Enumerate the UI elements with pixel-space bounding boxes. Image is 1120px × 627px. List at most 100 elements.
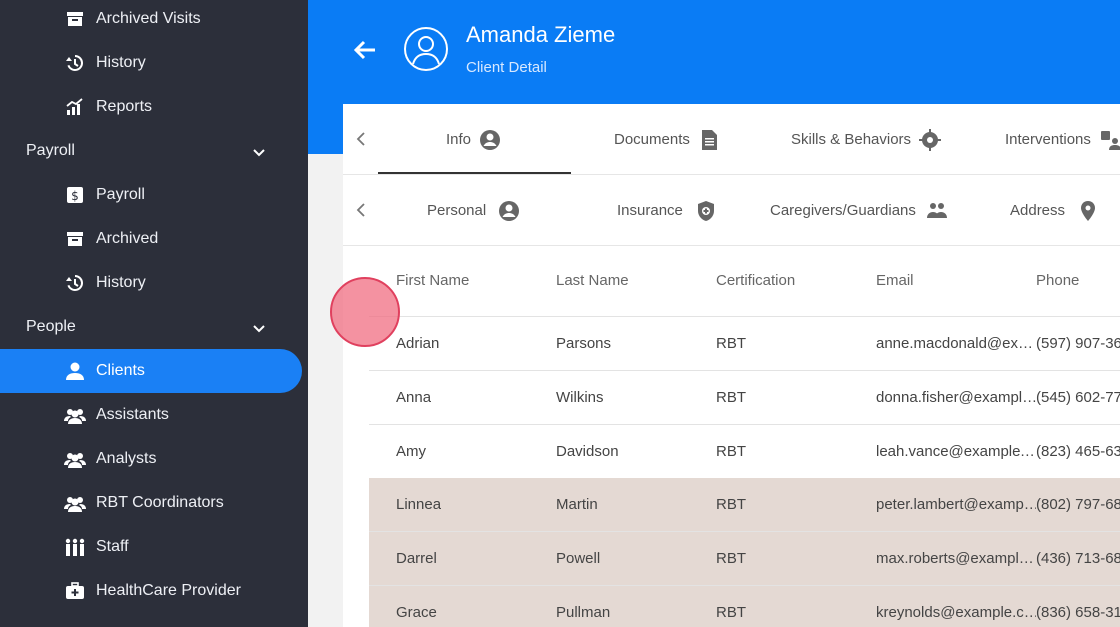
client-subtitle: Client Detail	[466, 59, 547, 76]
client-name: Amanda Zieme	[466, 22, 616, 47]
table-row[interactable]: Amy Davidson RBT leah.vance@example.… (8…	[369, 425, 1120, 479]
click-indicator	[330, 277, 400, 347]
cell-first-name: Linnea	[396, 496, 442, 513]
cell-certification: RBT	[716, 604, 746, 621]
sidebar-item-assistants[interactable]: Assistants	[0, 393, 302, 437]
cell-phone: (802) 797-68	[1036, 496, 1120, 513]
cell-phone: (545) 602-77	[1036, 389, 1120, 406]
chevron-down-icon	[253, 149, 265, 157]
tab-skills-behaviors[interactable]: Skills & Behaviors	[791, 104, 942, 175]
cell-email: peter.lambert@examp…	[876, 496, 1036, 513]
sidebar-item-archived[interactable]: Archived	[0, 217, 302, 261]
medkit-icon	[64, 580, 86, 602]
sub-tabbar: Personal Insurance Caregivers/Guardians …	[343, 175, 1120, 246]
document-icon	[698, 129, 720, 151]
subtab-insurance[interactable]: Insurance	[617, 175, 717, 246]
column-last-name[interactable]: Last Name	[556, 272, 629, 289]
sidebar-section-payroll[interactable]: Payroll	[0, 129, 302, 173]
cell-phone: (836) 658-31	[1036, 604, 1120, 621]
chevron-left-icon[interactable]	[353, 201, 369, 219]
cell-certification: RBT	[716, 389, 746, 406]
group-icon	[64, 404, 86, 426]
section-label: People	[26, 318, 76, 335]
sidebar-section-people[interactable]: People	[0, 305, 302, 349]
cell-phone: (597) 907-36	[1036, 335, 1120, 352]
table-row[interactable]: Linnea Martin RBT peter.lambert@examp… (…	[369, 478, 1120, 532]
cell-phone: (436) 713-68	[1036, 550, 1120, 567]
subtab-personal[interactable]: Personal	[427, 175, 520, 246]
group-icon	[64, 448, 86, 470]
location-pin-icon	[1077, 200, 1099, 222]
tab-documents[interactable]: Documents	[614, 104, 720, 175]
active-tab-indicator	[378, 172, 571, 174]
sidebar-item-healthcare-provider[interactable]: HealthCare Provider	[0, 569, 302, 613]
payroll-icon: $	[64, 184, 86, 206]
sidebar-item-analysts[interactable]: Analysts	[0, 437, 302, 481]
shield-plus-icon	[695, 200, 717, 222]
sidebar-item-label: Payroll	[96, 186, 145, 203]
cell-certification: RBT	[716, 443, 746, 460]
cell-first-name: Anna	[396, 389, 432, 406]
cell-email: anne.macdonald@ex…	[876, 335, 1033, 352]
sidebar-item-label: History	[96, 274, 146, 291]
table-row[interactable]: Adrian Parsons RBT anne.macdonald@ex… (5…	[369, 317, 1120, 371]
chevron-down-icon	[253, 325, 265, 333]
sidebar-item-label: Reports	[96, 98, 153, 115]
sidebar-item-label: RBT Coordinators	[96, 494, 224, 511]
column-certification[interactable]: Certification	[716, 272, 795, 289]
cell-last-name: Martin	[556, 496, 598, 513]
sidebar-item-history[interactable]: History	[0, 41, 302, 85]
column-first-name[interactable]: First Name	[396, 272, 469, 289]
brain-gear-icon	[919, 128, 942, 151]
tab-interventions[interactable]: Interventions	[1005, 104, 1120, 175]
table-row[interactable]: Anna Wilkins RBT donna.fisher@exampl… (5…	[369, 371, 1120, 425]
sidebar-item-label: HealthCare Provider	[96, 582, 241, 599]
sidebar-item-label: Archived	[96, 230, 159, 247]
cell-email: leah.vance@example.…	[876, 443, 1036, 460]
section-label: Payroll	[26, 142, 75, 159]
sidebar-item-label: History	[96, 54, 146, 71]
chevron-left-icon[interactable]	[353, 130, 369, 148]
account-circle-icon	[498, 200, 520, 222]
sidebar-item-label: Archived Visits	[96, 10, 201, 27]
sidebar-item-staff[interactable]: Staff	[0, 525, 302, 569]
sidebar-item-label: Analysts	[96, 450, 157, 467]
group-icon	[926, 200, 948, 222]
back-arrow-icon[interactable]	[351, 36, 379, 64]
cell-last-name: Wilkins	[556, 389, 604, 406]
table-header: First Name Last Name Certification Email…	[369, 246, 1120, 317]
sidebar-item-label: Assistants	[96, 406, 169, 423]
sidebar-item-reports[interactable]: Reports	[0, 85, 302, 129]
cell-last-name: Powell	[556, 550, 601, 567]
sidebar-item-payroll-history[interactable]: History	[0, 261, 302, 305]
sidebar-item-rbt-coordinators[interactable]: RBT Coordinators	[0, 481, 302, 525]
archive-icon	[64, 228, 86, 250]
account-circle-icon	[479, 129, 501, 151]
staff-icon	[64, 536, 86, 558]
sidebar-item-payroll[interactable]: $ Payroll	[0, 173, 302, 217]
subtab-address[interactable]: Address	[1010, 175, 1099, 246]
sidebar: Archived Visits History Reports Payroll …	[0, 0, 308, 627]
cell-last-name: Pullman	[556, 604, 611, 621]
group-icon	[64, 492, 86, 514]
sidebar-item-label: Clients	[96, 362, 145, 379]
sidebar-item-clients[interactable]: Clients	[0, 349, 302, 393]
cell-certification: RBT	[716, 496, 746, 513]
subtab-caregivers-guardians[interactable]: Caregivers/Guardians	[770, 175, 948, 246]
cell-phone: (823) 465-63	[1036, 443, 1120, 460]
cell-certification: RBT	[716, 550, 746, 567]
cell-first-name: Amy	[396, 443, 426, 460]
sidebar-item-label: Staff	[96, 538, 129, 555]
tab-info[interactable]: Info	[446, 104, 501, 175]
table-row[interactable]: Grace Pullman RBT kreynolds@example.c… (…	[369, 586, 1120, 627]
history-icon	[64, 272, 86, 294]
column-phone[interactable]: Phone	[1036, 272, 1079, 289]
cell-email: donna.fisher@exampl…	[876, 389, 1036, 406]
cell-first-name: Grace	[396, 604, 437, 621]
table-row[interactable]: Darrel Powell RBT max.roberts@exampl… (4…	[369, 532, 1120, 586]
cell-last-name: Parsons	[556, 335, 612, 352]
person-icon	[64, 360, 86, 382]
column-email[interactable]: Email	[876, 272, 914, 289]
sidebar-item-archived-visits[interactable]: Archived Visits	[0, 0, 302, 41]
svg-text:$: $	[71, 189, 79, 203]
